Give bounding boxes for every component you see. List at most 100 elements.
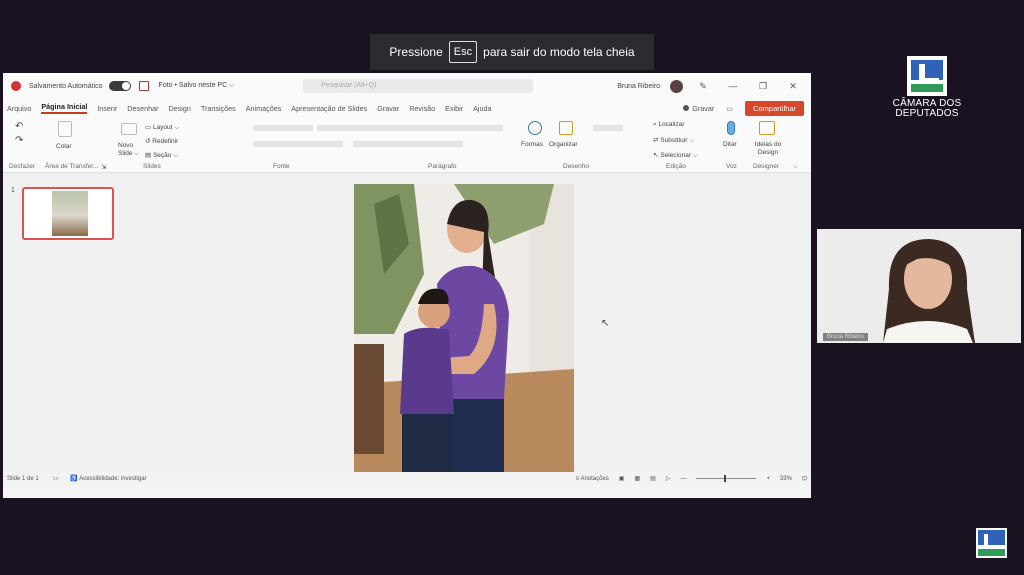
tab-gravar[interactable]: Gravar	[377, 104, 399, 113]
share-button[interactable]: Compartilhar	[745, 101, 804, 116]
maximize-button[interactable]: ❐	[753, 81, 773, 92]
title-bar: Salvamento Automático Foto • Salvo neste…	[3, 73, 811, 99]
group-paragraph-label: Parágrafo	[428, 163, 457, 170]
zoom-level[interactable]: 33%	[780, 476, 792, 482]
dictate-label[interactable]: Ditar	[723, 141, 737, 148]
font-name-box[interactable]	[253, 125, 313, 131]
notes-page-icon[interactable]: ▭	[53, 475, 59, 482]
microphone-icon[interactable]	[727, 121, 735, 135]
paragraph-row-2[interactable]	[353, 141, 463, 147]
webcam-image	[817, 229, 1021, 343]
photo-illustration	[354, 184, 574, 476]
find-label: Localizar	[658, 121, 685, 128]
group-editing-label: Edição	[666, 163, 686, 170]
font-format-row[interactable]	[253, 141, 343, 147]
banner-prefix: Pressione	[389, 45, 443, 59]
search-box[interactable]: Pesquisar (Alt+Q)	[303, 79, 533, 93]
paste-icon[interactable]	[58, 121, 72, 137]
notes-button[interactable]: ≡ Anotações	[576, 476, 609, 482]
select-label: Selecionar ⌵	[660, 152, 698, 159]
ribbon-tabs: Arquivo Página Inicial Inserir Desenhar …	[3, 99, 811, 117]
zoom-slider[interactable]	[696, 475, 757, 482]
reading-view-icon[interactable]: ▤	[650, 475, 656, 482]
undo-icon[interactable]: ↶	[15, 121, 23, 132]
status-bar: Slide 1 de 1 ▭ ♿ Acessibilidade: investi…	[3, 472, 811, 485]
tab-animacoes[interactable]: Animações	[246, 104, 282, 113]
find-button[interactable]: ⌕ Localizar	[653, 121, 684, 129]
accessibility-status[interactable]: ♿ Acessibilidade: investigar	[70, 475, 146, 482]
banner-suffix: para sair do modo tela cheia	[483, 45, 635, 59]
dialog-launcher-icon[interactable]: ⇲	[101, 163, 106, 171]
tab-exibir[interactable]: Exibir	[445, 104, 463, 113]
tab-revisao[interactable]: Revisão	[409, 104, 435, 113]
comment-icon[interactable]: ▭	[726, 104, 733, 113]
avatar[interactable]	[670, 79, 683, 93]
group-undo-label: Desfazer	[9, 163, 36, 170]
sorter-view-icon[interactable]: ▦	[634, 475, 640, 482]
section-button[interactable]: ▤ Seção ⌵	[145, 151, 178, 160]
thumbnail-photo	[52, 191, 88, 236]
slideshow-icon[interactable]: ▷	[666, 475, 671, 482]
ribbon: ↶ ↷ Desfazer Colar Área de Transfer... ⇲…	[3, 117, 811, 173]
accessibility-label: Acessibilidade: investigar	[79, 476, 147, 482]
esc-key: Esc	[448, 41, 478, 63]
slide-thumbnail[interactable]	[22, 187, 114, 240]
file-name[interactable]: Foto • Salvo neste PC ⌵	[159, 82, 235, 90]
record-button[interactable]: Gravar	[683, 104, 714, 113]
tab-pagina-inicial[interactable]: Página Inicial	[41, 102, 88, 114]
new-slide-label[interactable]: Novo Slide ⌵	[118, 142, 142, 158]
quick-styles[interactable]	[593, 125, 623, 131]
new-slide-icon[interactable]	[121, 123, 137, 135]
notes-label: Anotações	[580, 475, 609, 482]
tab-transicoes[interactable]: Transições	[201, 104, 236, 113]
design-ideas-icon[interactable]	[759, 121, 775, 135]
normal-view-icon[interactable]: ▣	[619, 475, 625, 482]
section-label: Seção ⌵	[152, 152, 179, 159]
tab-ajuda[interactable]: Ajuda	[473, 104, 491, 113]
zoom-in-icon[interactable]: +	[766, 476, 770, 482]
tab-arquivo[interactable]: Arquivo	[7, 104, 31, 113]
record-icon	[683, 105, 690, 111]
logo-line-2: DEPUTADOS	[895, 108, 959, 119]
autosave-label: Salvamento Automático	[29, 82, 103, 90]
shapes-label[interactable]: Formas	[521, 141, 543, 148]
group-voice-label: Voz	[726, 163, 737, 170]
fullscreen-banner: Pressione Esc para sair do modo tela che…	[370, 34, 654, 70]
slide-number: 1	[11, 187, 15, 194]
group-clipboard-label: Área de Transfer...	[45, 163, 99, 170]
participant-name: Bruna Ribeiro	[823, 333, 868, 341]
reset-button[interactable]: ↺ Redefinir	[145, 137, 178, 145]
tab-desenhar[interactable]: Desenhar	[127, 104, 158, 113]
camara-logo-mark	[907, 56, 947, 96]
redo-icon[interactable]: ↷	[15, 135, 23, 146]
tab-inserir[interactable]: Inserir	[97, 104, 117, 113]
user-name[interactable]: Bruna Ribeiro	[617, 83, 660, 90]
pen-icon[interactable]: ✎	[693, 81, 713, 92]
paste-label[interactable]: Colar	[56, 143, 72, 150]
reset-label: Redefinir	[152, 138, 179, 145]
zoom-out-icon[interactable]: —	[680, 476, 686, 482]
shapes-icon[interactable]	[528, 121, 542, 135]
camara-logo: CÂMARA DOS DEPUTADOS	[890, 56, 964, 119]
fit-slide-icon[interactable]: ⊡	[802, 475, 807, 482]
save-icon[interactable]	[138, 81, 149, 91]
tab-apresentacao[interactable]: Apresentação de Slides	[291, 104, 367, 113]
close-button[interactable]: ✕	[783, 81, 803, 92]
arrange-icon[interactable]	[559, 121, 573, 135]
powerpoint-icon	[11, 81, 21, 91]
select-button[interactable]: ↖ Selecionar ⌵	[653, 151, 698, 160]
minimize-button[interactable]: —	[723, 81, 743, 91]
ribbon-collapse-icon[interactable]: ⌵	[793, 163, 798, 171]
design-ideas-label[interactable]: Ideias do Design	[753, 141, 783, 157]
arrange-label[interactable]: Organizar	[549, 141, 578, 148]
channel-logo	[976, 528, 1007, 558]
slide-photo[interactable]	[354, 184, 574, 476]
autosave-toggle[interactable]	[108, 81, 131, 91]
replace-button[interactable]: ⇄ Substituir ⌵	[653, 136, 694, 145]
group-drawing-label: Desenho	[563, 163, 590, 170]
tab-design[interactable]: Design	[168, 104, 190, 113]
record-label: Gravar	[692, 104, 715, 113]
paragraph-row-1[interactable]	[333, 125, 503, 131]
group-font-label: Fonte	[273, 163, 290, 170]
layout-button[interactable]: ▭ Layout ⌵	[145, 123, 179, 132]
